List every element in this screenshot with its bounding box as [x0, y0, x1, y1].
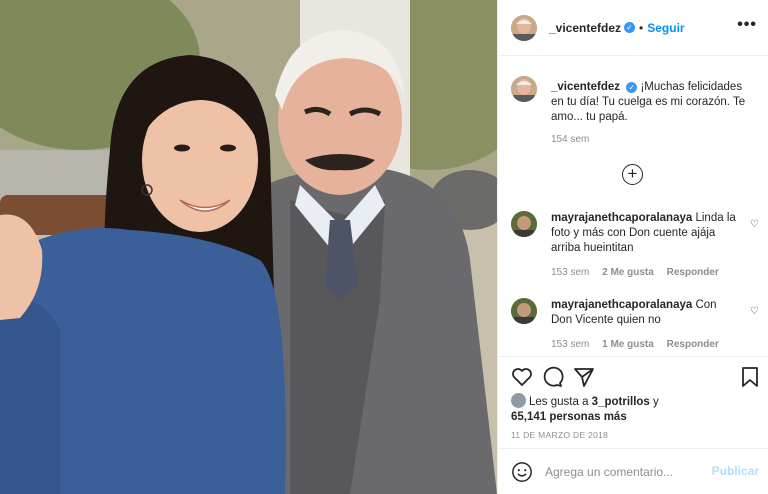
instagram-post: _vicentefdez ✓ • Seguir ••• _vicentefdez…	[0, 0, 768, 494]
comment-likes[interactable]: 2 Me gusta	[602, 267, 654, 278]
reply-button[interactable]: Responder	[667, 339, 719, 350]
likes-summary: Les gusta a 3_potrillos y 65,141 persona…	[511, 393, 659, 425]
commenter-avatar[interactable]	[511, 298, 537, 324]
emoji-icon[interactable]	[511, 461, 533, 483]
post-photo[interactable]	[0, 0, 497, 494]
commenter-avatar[interactable]	[511, 211, 537, 237]
action-bar: Les gusta a 3_potrillos y 65,141 persona…	[498, 356, 768, 448]
post-header: _vicentefdez ✓ • Seguir •••	[498, 0, 768, 56]
more-options-icon[interactable]: •••	[737, 17, 757, 33]
load-more-comments-icon[interactable]: +	[622, 164, 643, 185]
caption-meta: 154 sem	[551, 134, 599, 145]
first-liker-username[interactable]: 3_potrillos	[592, 396, 650, 408]
comment-meta: 153 sem 2 Me gusta Responder	[551, 267, 729, 278]
verified-badge-icon: ✓	[624, 22, 636, 33]
caption-time[interactable]: 154 sem	[551, 134, 589, 145]
caption-avatar[interactable]	[511, 76, 537, 102]
reply-button[interactable]: Responder	[667, 267, 719, 278]
share-icon[interactable]	[572, 365, 596, 389]
heart-icon[interactable]	[510, 365, 534, 389]
comment-like-heart-icon[interactable]: ♡	[750, 306, 759, 317]
comment-time[interactable]: 153 sem	[551, 339, 589, 350]
post-date[interactable]: 11 DE MARZO DE 2018	[511, 430, 608, 440]
bookmark-icon[interactable]	[738, 365, 762, 389]
author-username[interactable]: _vicentefdez	[549, 21, 621, 35]
caption-verified-icon: ✓	[626, 82, 638, 93]
caption-username[interactable]: _vicentefdez	[551, 81, 620, 93]
comment-username[interactable]: mayrajanethcaporalanaya	[551, 299, 692, 311]
comment-icon[interactable]	[540, 365, 564, 389]
separator-dot: •	[639, 20, 644, 35]
likes-connector: y	[653, 396, 659, 408]
comment-time[interactable]: 153 sem	[551, 267, 589, 278]
comments-list[interactable]: _vicentefdez ✓ ¡Muchas felicidades en tu…	[498, 56, 768, 356]
add-comment-bar: Publicar	[498, 448, 768, 494]
likes-prefix: Les gusta a	[529, 396, 589, 408]
follow-button[interactable]: Seguir	[647, 21, 684, 35]
comment-likes[interactable]: 1 Me gusta	[602, 339, 654, 350]
comment-text-block: mayrajanethcaporalanaya Linda la foto y …	[551, 211, 737, 256]
comment-text-block: mayrajanethcaporalanaya Con Don Vicente …	[551, 298, 737, 328]
comment-input[interactable]	[545, 464, 705, 479]
liker-avatar[interactable]	[511, 393, 526, 408]
comment-like-heart-icon[interactable]: ♡	[750, 219, 759, 230]
caption-text-block: _vicentefdez ✓ ¡Muchas felicidades en tu…	[551, 80, 751, 125]
comment-username[interactable]: mayrajanethcaporalanaya	[551, 212, 692, 224]
likes-count[interactable]: 65,141 personas más	[511, 411, 627, 423]
comment-meta: 153 sem 1 Me gusta Responder	[551, 339, 729, 350]
post-side-panel: _vicentefdez ✓ • Seguir ••• _vicentefdez…	[497, 0, 768, 494]
author-avatar[interactable]	[511, 14, 537, 41]
publish-button[interactable]: Publicar	[712, 464, 759, 478]
